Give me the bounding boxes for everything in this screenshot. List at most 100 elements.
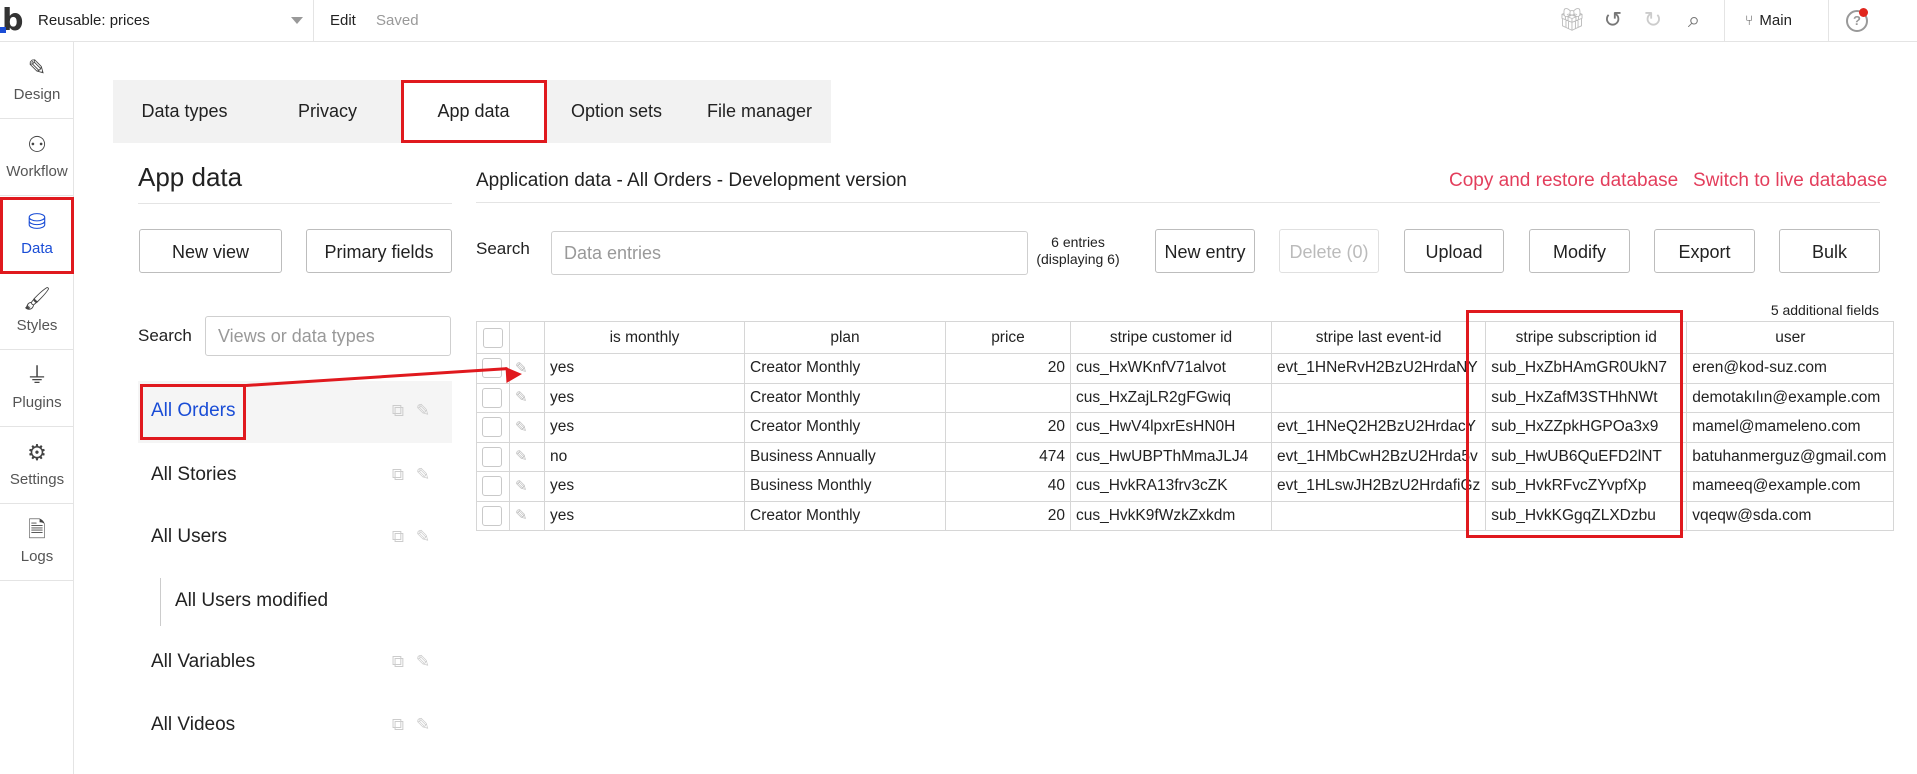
search-icon[interactable]: ⌕ xyxy=(1681,8,1707,34)
page-selector[interactable]: Reusable: prices xyxy=(28,0,314,42)
table-row[interactable]: ✎ yes Creator Monthly 20 cus_HwV4lpxrEsH… xyxy=(476,412,1895,443)
table-cell[interactable]: yes xyxy=(544,412,745,443)
row-checkbox[interactable] xyxy=(482,505,502,526)
table-cell[interactable]: sub_HvkKGgqZLXDzbu xyxy=(1485,500,1688,531)
table-cell[interactable]: evt_1HNeRvH2BzU2HrdaNY xyxy=(1270,353,1487,384)
table-row[interactable]: ✎ yes Creator Monthly 20 cus_HvkK9fWzkZx… xyxy=(476,500,1895,531)
table-cell[interactable]: Creator Monthly xyxy=(744,382,946,413)
table-cell[interactable]: no xyxy=(544,441,745,472)
undo-icon[interactable]: ↺ xyxy=(1600,8,1626,34)
export-button[interactable]: Export xyxy=(1654,229,1755,273)
table-cell[interactable]: eren@kod-suz.com xyxy=(1686,353,1895,384)
pencil-icon[interactable]: ✎ xyxy=(413,715,433,735)
data-type-all-users-modified[interactable]: All Users modified xyxy=(160,578,452,626)
pencil-icon[interactable]: ✎ xyxy=(413,527,433,547)
column-header[interactable]: stripe last event-id xyxy=(1270,321,1487,354)
table-cell[interactable]: cus_HvkRA13frv3cZK xyxy=(1070,471,1272,502)
edit-menu[interactable]: Edit xyxy=(330,12,356,29)
delete-button[interactable]: Delete (0) xyxy=(1279,229,1379,273)
bubble-logo-icon[interactable]: b xyxy=(0,4,28,38)
table-cell[interactable]: yes xyxy=(544,471,745,502)
additional-fields-link[interactable]: 5 additional fields xyxy=(1771,302,1879,318)
table-cell[interactable]: mamel@mameleno.com xyxy=(1686,412,1895,443)
table-cell[interactable]: cus_HxZajLR2gFGwiq xyxy=(1070,382,1272,413)
column-header[interactable]: is monthly xyxy=(544,321,745,354)
nav-workflow[interactable]: ⚇ Workflow xyxy=(0,119,74,195)
table-cell[interactable]: yes xyxy=(544,353,745,384)
table-cell[interactable]: yes xyxy=(544,382,745,413)
row-checkbox[interactable] xyxy=(482,417,502,438)
table-cell[interactable]: cus_HxWKnfV71alvot xyxy=(1070,353,1272,384)
nav-data[interactable]: ⛁ Data xyxy=(0,196,74,272)
column-header[interactable]: plan xyxy=(744,321,946,354)
copy-restore-database-link[interactable]: Copy and restore database xyxy=(1449,170,1678,192)
nav-styles[interactable]: 🖌︎ Styles xyxy=(0,273,74,349)
table-cell[interactable]: sub_HwUB6QuEFD2lNT xyxy=(1485,441,1688,472)
copy-icon[interactable]: ⧉ xyxy=(388,465,408,485)
tab-app-data[interactable]: App data xyxy=(402,80,545,143)
pencil-icon[interactable]: ✎ xyxy=(515,506,528,524)
new-view-button[interactable]: New view xyxy=(139,229,282,273)
tab-file-manager[interactable]: File manager xyxy=(688,80,831,143)
views-search-input[interactable]: Views or data types xyxy=(205,316,451,356)
table-cell[interactable]: cus_HwV4lpxrEsHN0H xyxy=(1070,412,1272,443)
table-cell[interactable]: sub_HxZZpkHGPOa3x9 xyxy=(1485,412,1688,443)
table-row[interactable]: ✎ yes Business Monthly 40 cus_HvkRA13frv… xyxy=(476,471,1895,502)
table-cell[interactable]: demotakılın@example.com xyxy=(1686,382,1895,413)
table-cell[interactable]: Creator Monthly xyxy=(744,353,946,384)
table-cell[interactable] xyxy=(1270,500,1487,531)
modify-button[interactable]: Modify xyxy=(1529,229,1630,273)
table-cell[interactable]: Creator Monthly xyxy=(744,412,946,443)
upload-button[interactable]: Upload xyxy=(1404,229,1504,273)
tab-data-types[interactable]: Data types xyxy=(113,80,256,143)
table-cell[interactable]: sub_HxZbHAmGR0UkN7 xyxy=(1485,353,1688,384)
table-cell[interactable]: cus_HwUBPThMmaJLJ4 xyxy=(1070,441,1272,472)
copy-icon[interactable]: ⧉ xyxy=(388,715,408,735)
table-cell[interactable]: evt_1HLswJH2BzU2HrdafiGz xyxy=(1270,471,1487,502)
data-type-all-users[interactable]: All Users ⧉ ✎ xyxy=(138,507,452,569)
table-row[interactable]: ✎ yes Creator Monthly 20 cus_HxWKnfV71al… xyxy=(476,353,1895,384)
table-cell[interactable]: 20 xyxy=(945,412,1071,443)
column-header[interactable]: price xyxy=(945,321,1071,354)
pencil-icon[interactable]: ✎ xyxy=(413,465,433,485)
pencil-icon[interactable]: ✎ xyxy=(413,401,433,421)
pencil-icon[interactable]: ✎ xyxy=(515,447,528,465)
nav-settings[interactable]: ⚙ Settings xyxy=(0,427,74,503)
table-cell[interactable] xyxy=(1270,382,1487,413)
table-cell[interactable]: cus_HvkK9fWzkZxkdm xyxy=(1070,500,1272,531)
column-header[interactable]: stripe customer id xyxy=(1070,321,1272,354)
bulk-button[interactable]: Bulk xyxy=(1779,229,1880,273)
pencil-icon[interactable]: ✎ xyxy=(515,477,528,495)
nav-design[interactable]: ✎ Design xyxy=(0,42,74,118)
table-cell[interactable]: evt_1HMbCwH2BzU2Hrda5v xyxy=(1270,441,1487,472)
table-cell[interactable]: sub_HxZafM3STHhNWt xyxy=(1485,382,1688,413)
table-cell[interactable]: 474 xyxy=(945,441,1071,472)
table-cell[interactable]: vqeqw@sda.com xyxy=(1686,500,1895,531)
data-type-all-variables[interactable]: All Variables ⧉ ✎ xyxy=(138,632,452,694)
switch-live-database-link[interactable]: Switch to live database xyxy=(1693,170,1887,192)
table-cell[interactable]: Business Monthly xyxy=(744,471,946,502)
select-all-checkbox[interactable] xyxy=(483,327,503,348)
copy-icon[interactable]: ⧉ xyxy=(388,527,408,547)
data-type-all-stories[interactable]: All Stories ⧉ ✎ xyxy=(138,445,452,507)
redo-icon[interactable]: ↻ xyxy=(1640,8,1666,34)
table-cell[interactable]: 20 xyxy=(945,500,1071,531)
column-header[interactable]: stripe subscription id xyxy=(1485,321,1688,354)
row-checkbox[interactable] xyxy=(482,387,502,408)
table-cell[interactable]: evt_1HNeQ2H2BzU2HrdacY xyxy=(1270,412,1487,443)
table-cell[interactable]: batuhanmerguz@gmail.com xyxy=(1686,441,1895,472)
table-cell[interactable]: 40 xyxy=(945,471,1071,502)
gift-icon[interactable]: 🎁︎ xyxy=(1558,8,1586,34)
pencil-icon[interactable]: ✎ xyxy=(413,652,433,672)
table-cell[interactable] xyxy=(945,382,1071,413)
table-cell[interactable]: yes xyxy=(544,500,745,531)
table-cell[interactable]: 20 xyxy=(945,353,1071,384)
branch-selector[interactable]: ⑂ Main xyxy=(1745,12,1792,29)
table-row[interactable]: ✎ no Business Annually 474 cus_HwUBPThMm… xyxy=(476,441,1895,472)
pencil-icon[interactable]: ✎ xyxy=(515,388,528,406)
copy-icon[interactable]: ⧉ xyxy=(388,652,408,672)
tab-option-sets[interactable]: Option sets xyxy=(545,80,688,143)
row-checkbox[interactable] xyxy=(482,446,502,467)
nav-logs[interactable]: 🗎︎ Logs xyxy=(0,504,74,580)
data-type-all-videos[interactable]: All Videos ⧉ ✎ xyxy=(138,695,452,757)
